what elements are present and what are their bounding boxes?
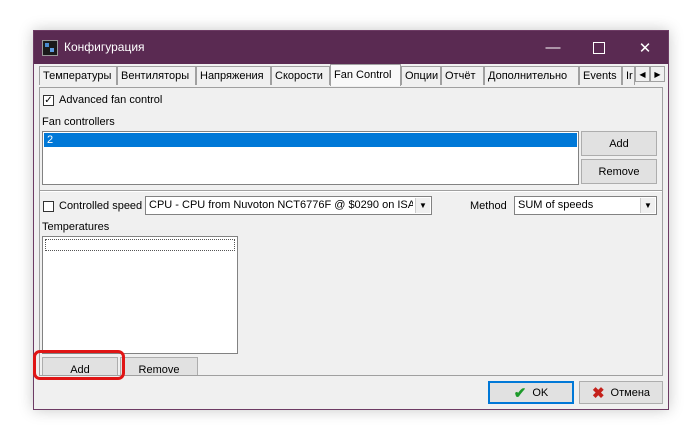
ok-label: OK <box>532 386 549 399</box>
tab-events[interactable]: Events <box>579 66 622 85</box>
tab-report[interactable]: Отчёт <box>441 66 484 85</box>
remove-temperature-button[interactable]: Remove <box>120 357 198 375</box>
checkmark-icon: ✔ <box>513 384 527 402</box>
close-icon: ✕ <box>638 39 652 57</box>
tab-fans[interactable]: Вентиляторы <box>117 66 196 85</box>
fan-controllers-label: Fan controllers <box>42 116 115 128</box>
minimize-icon: — <box>545 39 561 56</box>
temperatures-label: Temperatures <box>42 221 110 233</box>
tab-fan-control[interactable]: Fan Control <box>330 64 401 86</box>
fan-control-panel: ✓ Advanced fan control Fan controllers 2… <box>39 87 663 376</box>
tab-scroll-right[interactable]: ▶ <box>650 66 665 82</box>
method-label: Method <box>470 200 507 212</box>
remove-controller-button[interactable]: Remove <box>581 159 657 184</box>
close-button[interactable]: ✕ <box>622 31 668 64</box>
highlight-annotation <box>33 350 125 380</box>
add-controller-button[interactable]: Add <box>581 131 657 156</box>
ok-button[interactable]: ✔ OK <box>488 381 574 404</box>
tab-ir[interactable]: Ir <box>622 66 635 85</box>
window-title: Конфигурация <box>64 40 145 54</box>
cancel-button[interactable]: ✖ Отмена <box>579 381 663 404</box>
arrow-left-icon: ◀ <box>639 70 646 79</box>
advanced-fan-control-label: Advanced fan control <box>59 94 163 106</box>
cancel-x-icon: ✖ <box>591 384 605 402</box>
maximize-button[interactable] <box>576 31 622 64</box>
chevron-down-icon: ▼ <box>415 198 430 213</box>
method-value: SUM of speeds <box>518 199 594 211</box>
advanced-fan-control-checkbox[interactable]: ✓ <box>43 95 54 106</box>
separator <box>40 190 662 192</box>
tab-voltages[interactable]: Напряжения <box>196 66 271 85</box>
tab-options[interactable]: Опции <box>401 66 441 85</box>
list-item[interactable]: 2 <box>44 133 577 147</box>
controlled-speed-checkbox[interactable] <box>43 201 54 212</box>
cancel-label: Отмена <box>610 386 651 399</box>
fan-controllers-list[interactable]: 2 <box>42 131 579 185</box>
method-select[interactable]: SUM of speeds ▼ <box>514 196 657 215</box>
tab-advanced[interactable]: Дополнительно <box>484 66 579 85</box>
app-icon <box>42 40 58 56</box>
temperatures-list[interactable] <box>42 236 238 354</box>
tab-temperatures[interactable]: Температуры <box>39 66 117 85</box>
arrow-right-icon: ▶ <box>654 70 661 79</box>
config-window: Конфигурация — ✕ Температуры Вентиляторы… <box>33 30 669 410</box>
chevron-down-icon: ▼ <box>640 198 655 213</box>
minimize-button[interactable]: — <box>530 31 576 64</box>
tab-speeds[interactable]: Скорости <box>271 66 330 85</box>
list-focus-item <box>45 239 235 251</box>
controlled-speed-select[interactable]: CPU - CPU from Nuvoton NCT6776F @ $0290 … <box>145 196 432 215</box>
maximize-icon <box>593 41 605 54</box>
tab-scroll-left[interactable]: ◀ <box>635 66 650 82</box>
controlled-speed-label: Controlled speed <box>59 200 143 212</box>
tab-strip: Температуры Вентиляторы Напряжения Скоро… <box>39 64 665 87</box>
title-bar[interactable]: Конфигурация — ✕ <box>34 31 668 64</box>
controlled-speed-value: CPU - CPU from Nuvoton NCT6776F @ $0290 … <box>149 199 413 211</box>
